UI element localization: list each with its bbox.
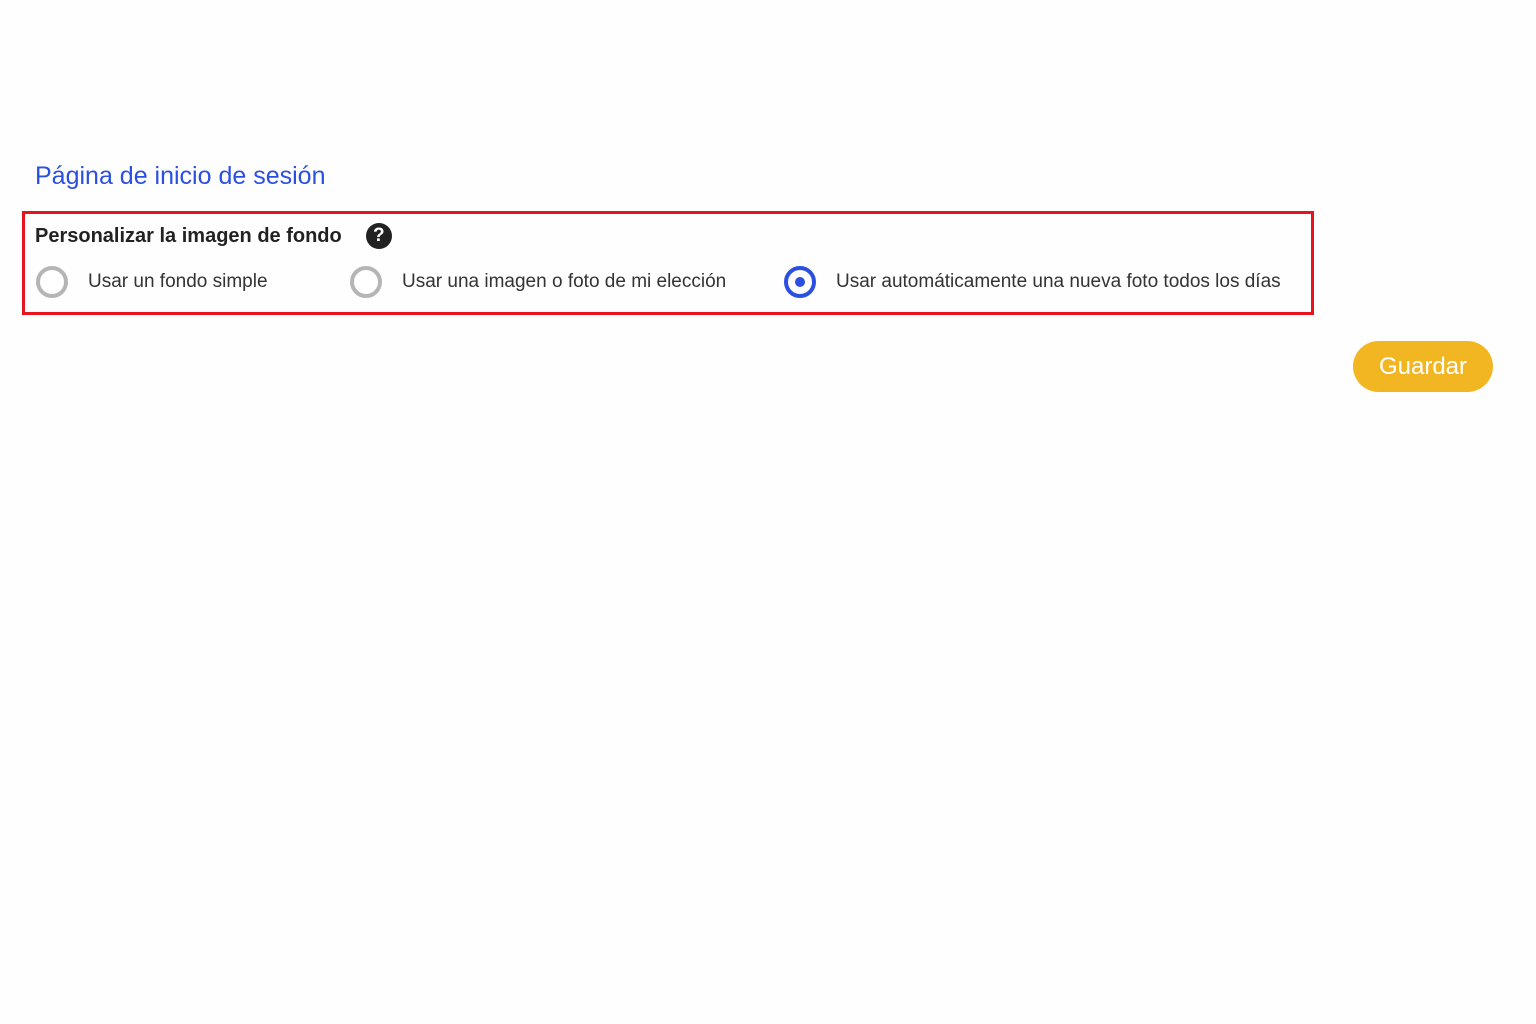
radio-option-label: Usar una imagen o foto de mi elección [402, 271, 727, 292]
radio-button[interactable] [36, 266, 68, 298]
radio-option-plain-background[interactable]: Usar un fondo simple [36, 264, 268, 300]
radio-button[interactable] [350, 266, 382, 298]
save-button[interactable]: Guardar [1353, 341, 1493, 392]
question-circle-icon[interactable]: ? [365, 223, 392, 249]
background-setting-header: Personalizar la imagen de fondo ? [35, 220, 392, 252]
radio-option-label: Usar automáticamente una nueva foto todo… [836, 271, 1281, 292]
settings-page: Página de inicio de sesión Personalizar … [0, 0, 1536, 1024]
radio-option-daily-photo[interactable]: Usar automáticamente una nueva foto todo… [784, 264, 1281, 300]
radio-button[interactable] [784, 266, 816, 298]
section-title: Página de inicio de sesión [35, 162, 326, 190]
radio-option-label: Usar un fondo simple [88, 271, 268, 292]
background-setting-label: Personalizar la imagen de fondo [35, 224, 342, 247]
radio-option-custom-image[interactable]: Usar una imagen o foto de mi elección [350, 264, 726, 300]
